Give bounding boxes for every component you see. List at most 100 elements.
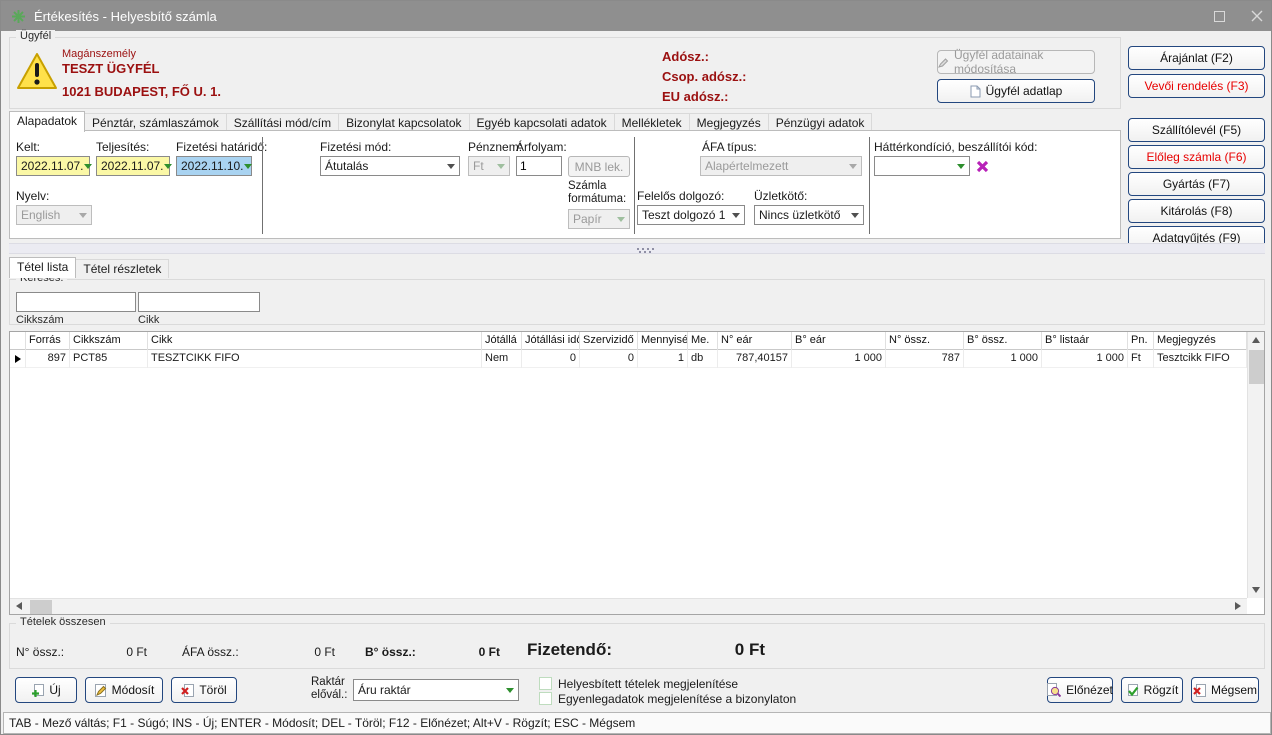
check-icon — [1126, 684, 1139, 697]
col-header[interactable]: Megjegyzés — [1154, 332, 1247, 350]
eu-tax-label: EU adósz.: — [662, 89, 728, 104]
modify-customer-button[interactable]: Ügyfél adatainak módosítása — [937, 50, 1095, 74]
tab-tetel-reszletek[interactable]: Tétel részletek — [75, 259, 169, 278]
maximize-button-icon[interactable] — [1214, 11, 1225, 22]
cell-brutto-ear: 1 000 — [792, 350, 886, 368]
col-header[interactable]: N° össz. — [886, 332, 964, 350]
totals-group-label: Tételek összesen — [16, 616, 110, 628]
quote-button[interactable]: Árajánlat (F2) — [1128, 46, 1265, 70]
row-selector-header — [10, 332, 26, 350]
modify-item-button[interactable]: Módosít — [85, 677, 163, 703]
chevron-down-icon — [851, 213, 859, 218]
app-window: Értékesítés - Helyesbítő számla Ügyfél M… — [0, 0, 1272, 735]
customer-type: Magánszemély — [62, 48, 136, 60]
warehouse-label: Raktár elővál.: — [311, 676, 347, 702]
scroll-left-icon[interactable] — [16, 602, 22, 610]
chevron-down-icon — [447, 164, 455, 169]
cancel-button[interactable]: Mégsem — [1191, 677, 1259, 703]
netto-total-value: 0 Ft — [65, 645, 147, 659]
preview-button[interactable]: Előnézet — [1047, 677, 1113, 703]
customer-group-label: Ügyfél — [16, 30, 55, 42]
customer-sheet-button[interactable]: Ügyfél adatlap — [937, 79, 1095, 103]
search-groupbox: Keresés: Cikkszám Cikk — [9, 279, 1265, 325]
sales-agent-select[interactable]: Nincs üzletkötő — [754, 205, 864, 225]
scroll-up-icon[interactable] — [1252, 337, 1260, 343]
delete-item-button[interactable]: Töröl — [171, 677, 237, 703]
horizontal-scrollbar[interactable] — [10, 598, 1247, 614]
delivery-note-button[interactable]: Szállítólevél (F5) — [1128, 118, 1265, 142]
scroll-right-icon[interactable] — [1235, 602, 1241, 610]
vat-type-select[interactable]: Alapértelmezett — [700, 156, 862, 176]
col-header[interactable]: Mennyiség — [638, 332, 688, 350]
cell-jotallas: Nem — [482, 350, 522, 368]
customer-order-button[interactable]: Vevői rendelés (F3) — [1128, 74, 1265, 98]
payment-method-select[interactable]: Átutalás — [320, 156, 460, 176]
save-button[interactable]: Rögzít — [1121, 677, 1183, 703]
clear-x-icon[interactable] — [976, 160, 989, 173]
search-item-name-input[interactable] — [138, 292, 260, 312]
col-header[interactable]: B° eár — [792, 332, 886, 350]
show-corrected-items-checkbox[interactable] — [539, 677, 552, 690]
separator — [634, 137, 635, 234]
current-row-marker — [10, 350, 26, 368]
col-header[interactable]: Forrás — [26, 332, 70, 350]
background-condition-select[interactable] — [874, 156, 970, 176]
chevron-down-icon — [617, 217, 625, 222]
horizontal-scroll-thumb[interactable] — [30, 600, 52, 614]
vertical-scrollbar[interactable] — [1247, 332, 1264, 598]
separator — [262, 137, 263, 234]
show-balance-data-label: Egyenlegadatok megjelenítése a bizonylat… — [558, 692, 796, 706]
tab-alapadatok[interactable]: Alapadatok — [9, 111, 85, 132]
szamla-formatum-label-2: formátuma: — [568, 193, 626, 205]
col-header[interactable]: Cikkszám — [70, 332, 148, 350]
new-item-button[interactable]: Új — [15, 677, 77, 703]
pencil-icon — [938, 57, 949, 68]
col-header[interactable]: Pn. — [1128, 332, 1154, 350]
document-icon — [970, 85, 981, 98]
table-header-row: Forrás Cikkszám Cikk Jótállá Jótállási i… — [10, 332, 1247, 350]
col-header[interactable]: Jótállá — [482, 332, 522, 350]
warehouse-select[interactable]: Áru raktár — [353, 679, 519, 701]
cell-netto-ossz: 787 — [886, 350, 964, 368]
col-header[interactable]: B° össz. — [964, 332, 1042, 350]
advance-invoice-button[interactable]: Előleg számla (F6) — [1128, 145, 1265, 169]
col-header[interactable]: Szervizidő (h — [580, 332, 638, 350]
splitter-handle[interactable] — [9, 243, 1265, 254]
production-button[interactable]: Gyártás (F7) — [1128, 172, 1265, 196]
invoice-format-select[interactable]: Papír — [568, 209, 630, 229]
hatarido-date-picker[interactable]: 2022.11.10. — [176, 156, 252, 176]
customer-name: TESZT ÜGYFÉL — [62, 61, 160, 76]
uzletkoto-label: Üzletkötő: — [754, 189, 807, 203]
vertical-scroll-thumb[interactable] — [1249, 350, 1264, 384]
col-header[interactable]: Cikk — [148, 332, 482, 350]
teljesites-date-picker[interactable]: 2022.11.07. — [96, 156, 170, 176]
table-row[interactable]: 897 PCT85 TESZTCIKK FIFO Nem 0 0 1 db 78… — [10, 350, 1247, 368]
arfolyam-label: Árfolyam: — [516, 140, 567, 154]
cell-brutto-ossz: 1 000 — [964, 350, 1042, 368]
currency-select[interactable]: Ft — [468, 156, 510, 176]
language-select[interactable]: English — [16, 205, 92, 225]
scroll-down-icon[interactable] — [1252, 587, 1260, 593]
kelt-date-picker[interactable]: 2022.11.07. — [16, 156, 90, 176]
mnb-query-button[interactable]: MNB lek. — [568, 156, 630, 177]
window-title: Értékesítés - Helyesbítő számla — [34, 9, 217, 24]
brutto-total-value: 0 Ft — [402, 645, 500, 659]
close-button-icon[interactable] — [1251, 10, 1263, 22]
show-corrected-items-label: Helyesbített tételek megjelenítése — [558, 677, 738, 691]
col-header[interactable]: Me. — [688, 332, 718, 350]
customer-address: 1021 BUDAPEST, FŐ U. 1. — [62, 84, 221, 99]
show-balance-data-checkbox[interactable] — [539, 692, 552, 705]
col-header[interactable]: B° listaár — [1042, 332, 1128, 350]
kelt-label: Kelt: — [16, 140, 40, 154]
exchange-rate-input[interactable] — [516, 156, 562, 176]
payable-label: Fizetendő: — [527, 640, 612, 660]
outbound-button[interactable]: Kitárolás (F8) — [1128, 199, 1265, 223]
col-header[interactable]: Jótállási idő ( — [522, 332, 580, 350]
main-tabstrip: Alapadatok Pénztár, számlaszámok Szállít… — [9, 111, 871, 132]
search-item-number-input[interactable] — [16, 292, 136, 312]
tab-tetel-lista[interactable]: Tétel lista — [9, 257, 76, 278]
col-header[interactable]: N° eár — [718, 332, 792, 350]
responsible-employee-select[interactable]: Teszt dolgozó 1 — [637, 205, 745, 225]
basic-data-panel: Kelt: Teljesítés: Fizetési határidő: 202… — [9, 130, 1121, 239]
payable-value: 0 Ft — [650, 640, 765, 660]
